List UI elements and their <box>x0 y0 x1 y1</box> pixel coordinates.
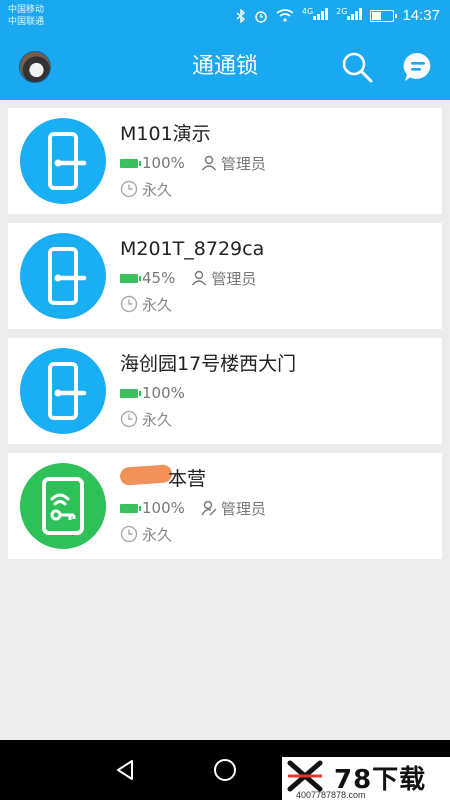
lock-role: 管理员 <box>220 499 266 518</box>
carrier-2: 中国联通 <box>8 17 45 27</box>
battery-level: 100% <box>142 154 185 172</box>
clock-time: 14:37 <box>402 7 440 24</box>
lock-meta: 100% <box>120 382 185 404</box>
lock-card[interactable]: M201T_8729ca 45% 管理员 永久 <box>8 223 442 329</box>
clock-icon <box>120 180 138 198</box>
lock-role: 管理员 <box>211 269 257 288</box>
validity-period: 永久 <box>142 295 173 314</box>
watermark-url: 4007787878.com <box>296 790 366 800</box>
validity-period: 永久 <box>142 180 173 199</box>
validity-period: 永久 <box>142 410 173 429</box>
watermark: 78下载 4007787878.com <box>282 757 450 800</box>
door-lock-icon <box>20 118 106 204</box>
clock-icon <box>120 295 138 313</box>
lock-name: M101演示 <box>120 123 211 145</box>
lock-name: 本营 <box>168 468 207 490</box>
lock-validity: 永久 <box>120 178 172 200</box>
network-1: 4G <box>302 7 329 23</box>
clock-icon <box>120 410 138 428</box>
page-title: 通通锁 <box>191 54 258 79</box>
person-edit-icon <box>201 500 217 516</box>
battery-icon <box>120 388 141 398</box>
lock-meta: 45% 管理员 <box>120 267 256 289</box>
back-icon[interactable] <box>112 756 140 784</box>
app-header: 通通锁 <box>0 34 450 100</box>
lock-list: M101演示 100% 管理员 永久 M201T_8729ca 45% 管理员 … <box>8 108 442 568</box>
wifi-icon <box>276 9 294 22</box>
chat-bubble-icon[interactable] <box>402 51 434 83</box>
battery-level: 100% <box>142 499 185 517</box>
carrier-labels: 中国移动 中国联通 <box>8 4 44 28</box>
lock-card[interactable]: 本营 100% 管理员 永久 <box>8 453 442 559</box>
alarm-icon <box>255 10 267 23</box>
search-icon[interactable] <box>340 50 374 84</box>
door-lock-icon <box>20 233 106 319</box>
brand-logo-icon <box>287 760 323 792</box>
network-2: 2G <box>336 7 363 23</box>
door-lock-icon <box>20 348 106 434</box>
home-icon[interactable] <box>211 756 239 784</box>
lock-meta: 100% 管理员 <box>120 152 266 174</box>
validity-period: 永久 <box>142 525 173 544</box>
redaction-mark <box>119 464 173 486</box>
lock-role: 管理员 <box>220 154 266 173</box>
lock-meta: 100% 管理员 <box>120 497 266 519</box>
person-icon <box>192 270 207 286</box>
battery-icon <box>120 503 141 513</box>
battery-level: 45% <box>142 269 176 287</box>
lock-card[interactable]: 海创园17号楼西大门 100% 永久 <box>8 338 442 444</box>
status-icons: 4G 2G 14:37 <box>236 7 440 24</box>
bluetooth-icon <box>236 8 245 23</box>
battery-icon <box>120 273 141 283</box>
lock-validity: 永久 <box>120 523 172 545</box>
person-icon <box>201 155 216 171</box>
carrier-1: 中国移动 <box>8 5 45 15</box>
battery-status-icon <box>370 9 398 22</box>
clock-icon <box>120 525 138 543</box>
lock-validity: 永久 <box>120 293 172 315</box>
lock-name: 海创园17号楼西大门 <box>120 353 297 375</box>
status-bar: 中国移动 中国联通 4G 2G 14:37 <box>0 0 450 34</box>
battery-icon <box>120 158 141 168</box>
lock-validity: 永久 <box>120 408 172 430</box>
lock-card[interactable]: M101演示 100% 管理员 永久 <box>8 108 442 214</box>
battery-level: 100% <box>142 384 185 402</box>
lock-name: M201T_8729ca <box>120 238 265 260</box>
wireless-key-icon <box>20 463 106 549</box>
